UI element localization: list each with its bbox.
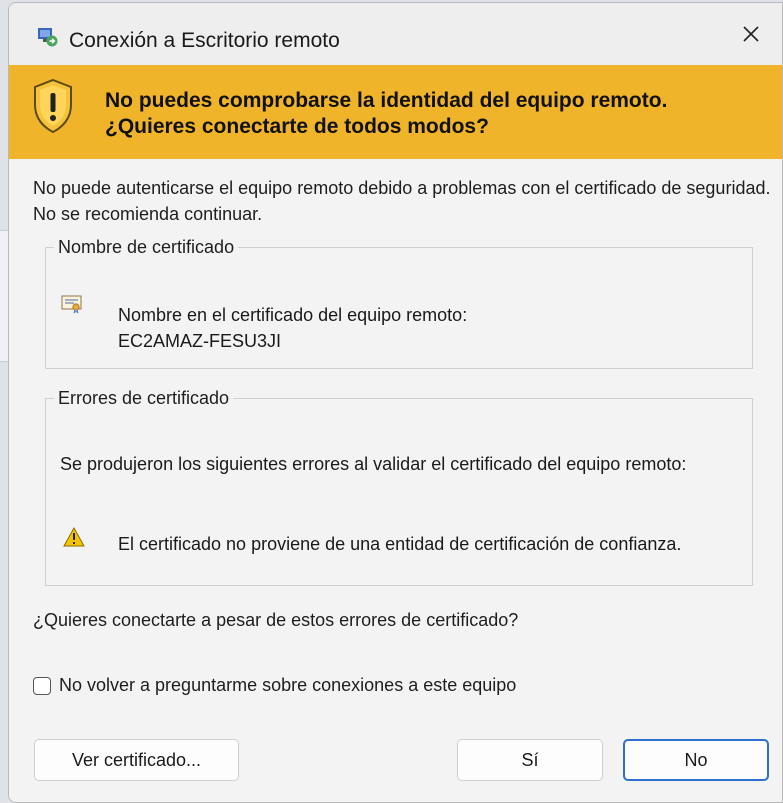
warning-shield-icon: [34, 78, 72, 134]
close-button[interactable]: [720, 3, 782, 65]
certificate-icon: [61, 295, 82, 314]
title-bar: Conexión a Escritorio remoto: [9, 3, 782, 65]
remote-desktop-icon: [38, 28, 58, 47]
warning-line-2: ¿Quieres conectarte de todos modos?: [105, 115, 489, 138]
warning-banner: No puedes comprobarse la identidad del e…: [9, 65, 782, 159]
connect-question: ¿Quieres conectarte a pesar de estos err…: [33, 610, 519, 630]
certificate-name-label: Nombre en el certificado del equipo remo…: [118, 305, 468, 325]
certificate-name-group: Nombre de certificado Nombre en el certi…: [45, 237, 753, 369]
warning-heading: No puedes comprobarse la identidad del e…: [105, 88, 667, 140]
yes-button[interactable]: Sí: [457, 739, 603, 781]
no-button[interactable]: No: [623, 739, 769, 781]
window-title: Conexión a Escritorio remoto: [69, 29, 340, 52]
certificate-name-group-title: Nombre de certificado: [58, 237, 235, 257]
certificate-errors-description: Se produjeron los siguientes errores al …: [60, 454, 687, 474]
rdp-certificate-dialog: Conexión a Escritorio remoto No puedes c…: [8, 2, 783, 803]
certificate-error-item: El certificado no proviene de una entida…: [118, 534, 682, 554]
intro-text: No puede autenticarse el equipo remoto d…: [33, 178, 771, 224]
warning-triangle-icon: [63, 527, 85, 547]
view-certificate-button[interactable]: Ver certificado...: [34, 739, 239, 781]
warning-line-1: No puedes comprobarse la identidad del e…: [105, 89, 668, 112]
dont-ask-checkbox-row[interactable]: No volver a preguntarme sobre conexiones…: [33, 675, 516, 696]
certificate-name-value: EC2AMAZ-FESU3JI: [118, 331, 282, 351]
dont-ask-checkbox-label[interactable]: No volver a preguntarme sobre conexiones…: [59, 675, 516, 696]
close-icon: [743, 26, 759, 42]
certificate-errors-group: Errores de certificado Se produjeron los…: [45, 388, 753, 586]
certificate-errors-group-title: Errores de certificado: [58, 388, 230, 408]
dont-ask-checkbox[interactable]: [33, 676, 51, 695]
